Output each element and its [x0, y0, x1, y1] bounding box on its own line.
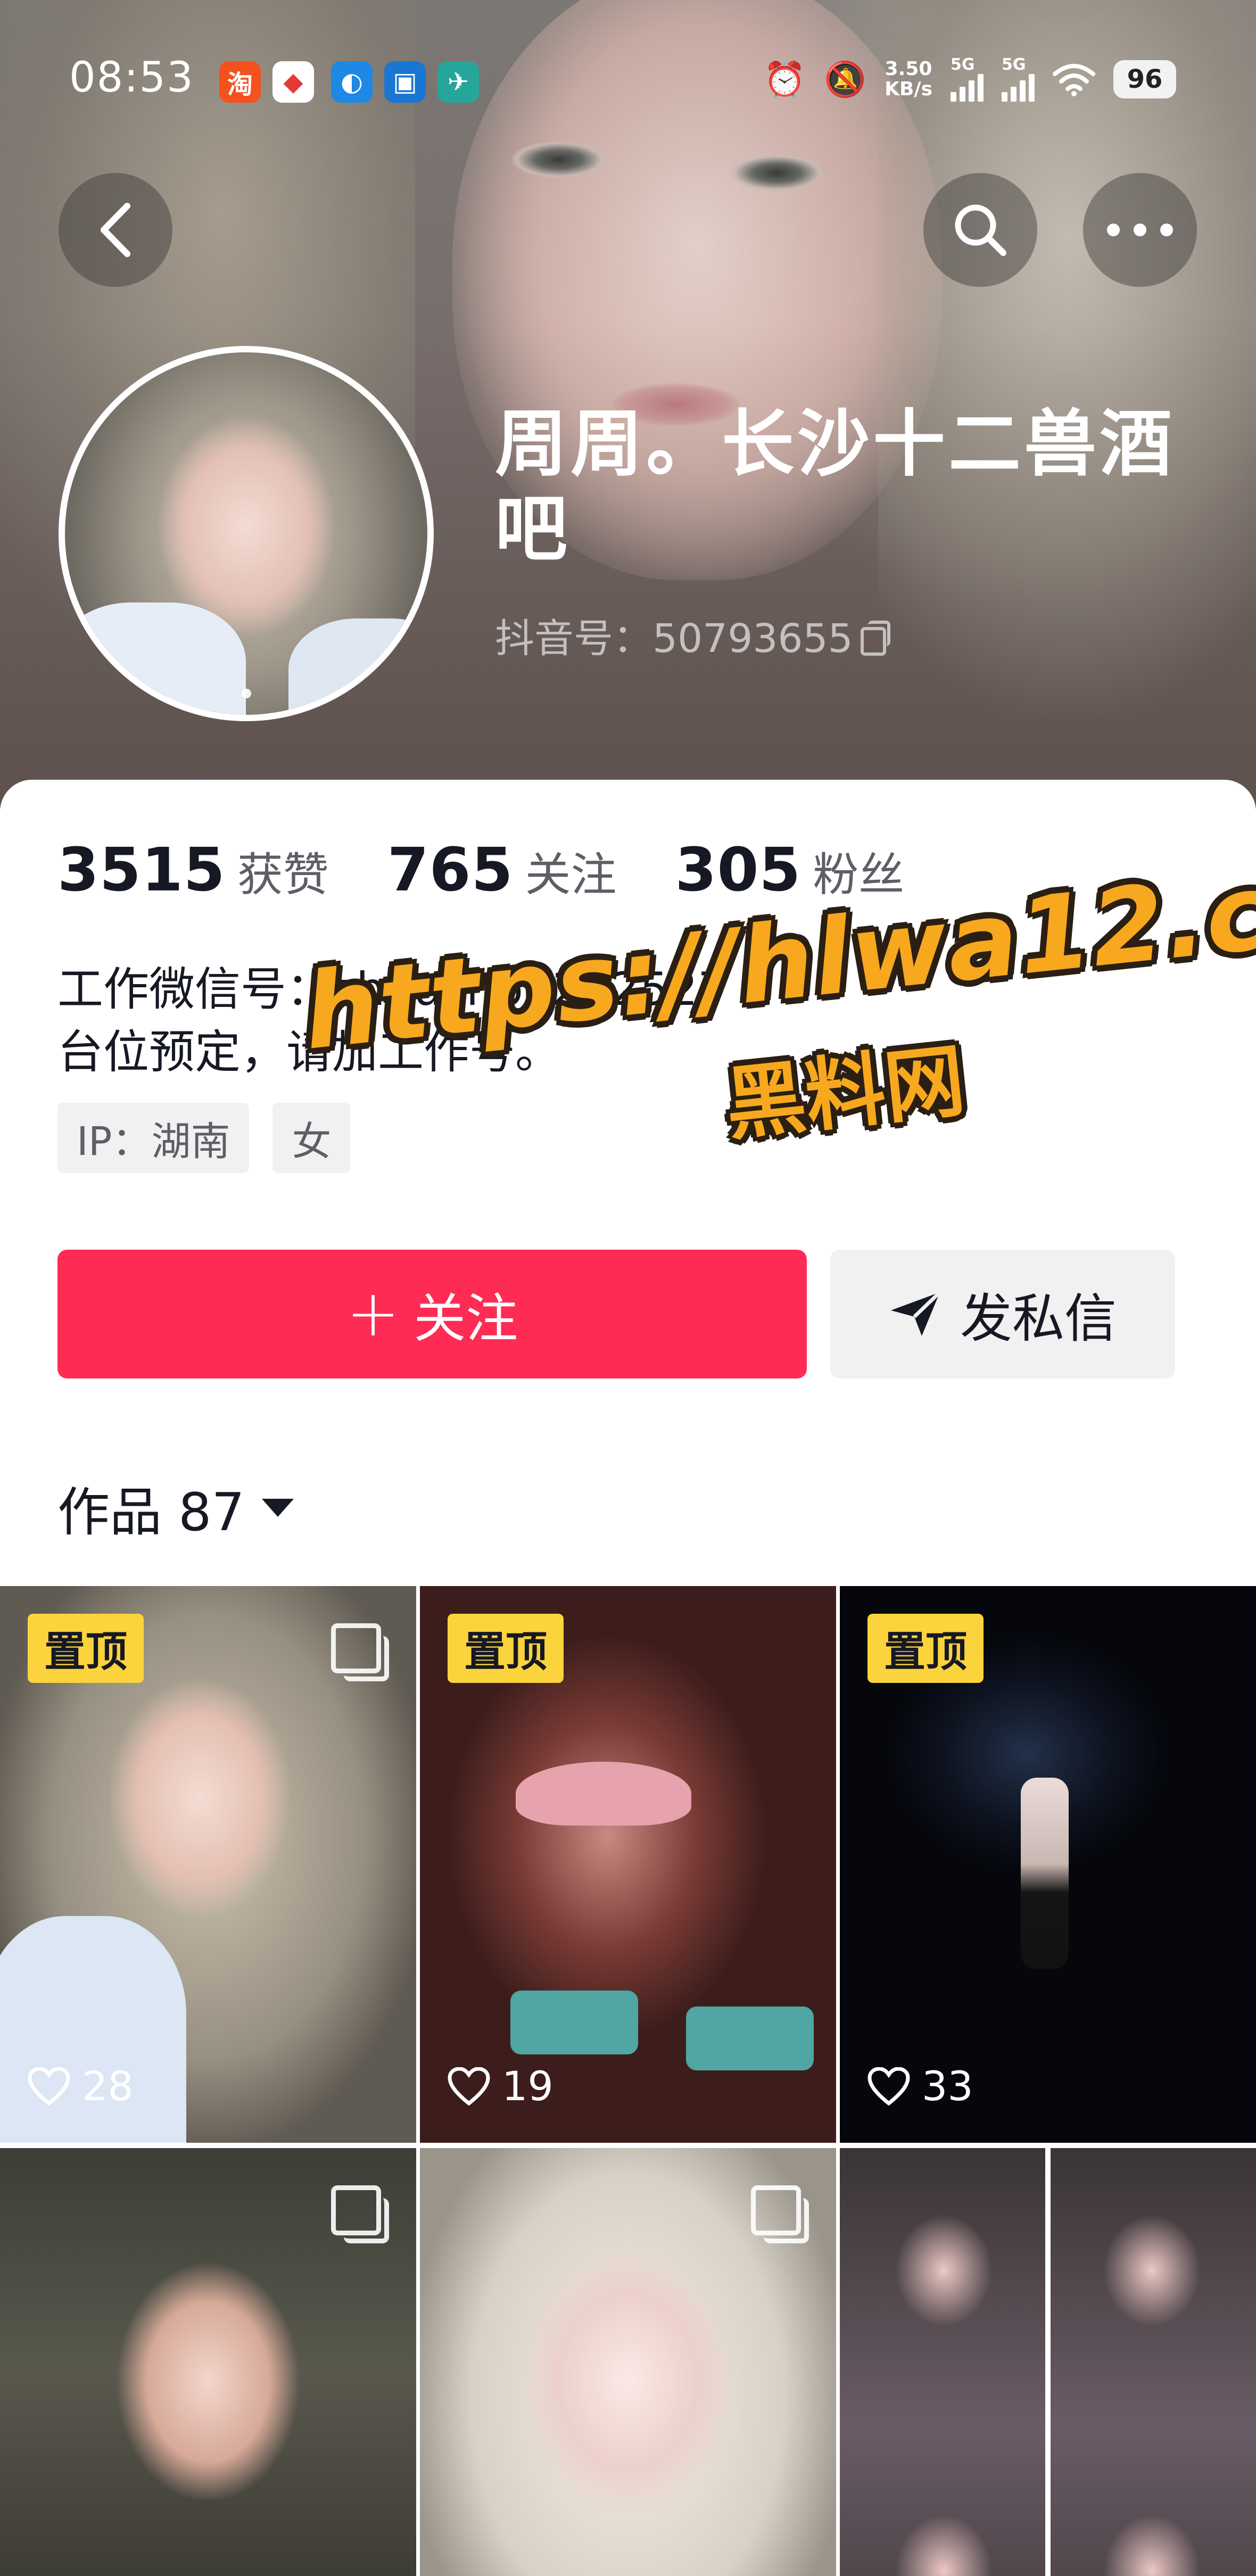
- search-button[interactable]: [923, 173, 1037, 287]
- multi-image-icon: [751, 2185, 809, 2243]
- pinned-badge: 置顶: [867, 1614, 984, 1683]
- video-tile[interactable]: [0, 2148, 416, 2576]
- stat-likes[interactable]: 3515 获赞: [57, 836, 329, 905]
- avatar-page-dot: [242, 689, 251, 698]
- network-speed: 3.50 KB/s: [885, 58, 932, 100]
- bio-line: 工作微信号：zhouzhou232527: [57, 963, 727, 1016]
- alarm-icon: ⏰: [763, 60, 806, 100]
- video-tile[interactable]: 置顶 19: [420, 1586, 836, 2143]
- stat-followers[interactable]: 305 粉丝: [675, 836, 905, 905]
- chat-app-icon: ▣: [384, 61, 426, 103]
- signal-bars-icon: [1002, 73, 1035, 102]
- gender-tag: 女: [272, 1103, 351, 1173]
- caret-down-icon: [261, 1499, 294, 1517]
- works-title: 作品 87: [57, 1482, 245, 1543]
- profile-stats: 3515 获赞 765 关注 305 粉丝: [57, 836, 963, 905]
- ip-location-tag: IP：湖南: [57, 1103, 250, 1173]
- video-tile[interactable]: [840, 2148, 1256, 2576]
- signal-5g-2: 5G: [1002, 57, 1035, 102]
- travel-app-icon: ✈: [437, 61, 479, 103]
- douyin-id-row[interactable]: 抖音号：50793655: [495, 607, 890, 664]
- send-message-label: 发私信: [960, 1289, 1117, 1349]
- heart-icon: [448, 2067, 490, 2106]
- copy-icon[interactable]: [860, 620, 890, 656]
- profile-nickname: 周周。长沙十二兽酒吧: [495, 402, 1175, 572]
- works-grid: 置顶 28 置顶 19 置顶 33: [0, 1586, 1256, 2576]
- profile-bio: 工作微信号：zhouzhou232527 台位预定，请加工作号。: [57, 958, 727, 1084]
- pinned-badge: 置顶: [448, 1614, 564, 1683]
- red-app-icon: ◆: [272, 61, 314, 103]
- status-bar: 08:53 淘 ◆ ◐ ▣ ✈ ⏰ 🔕 3.50 KB/s 5G 5G 96: [0, 51, 1256, 114]
- multi-image-icon: [331, 2185, 389, 2243]
- multi-image-icon: [331, 1623, 389, 1681]
- mute-bell-icon: 🔕: [824, 60, 867, 100]
- status-indicators: ⏰ 🔕 3.50 KB/s 5G 5G 96: [764, 57, 1176, 102]
- signal-bars-icon: [951, 73, 984, 102]
- avatar[interactable]: [59, 346, 434, 721]
- bio-line: 台位预定，请加工作号。: [57, 1026, 561, 1079]
- browser-app-icon: ◐: [331, 61, 373, 103]
- battery-level: 96: [1113, 60, 1176, 98]
- follow-button-label: 关注: [414, 1289, 518, 1349]
- signal-5g-1: 5G: [951, 57, 984, 102]
- send-icon: [890, 1291, 941, 1336]
- heart-icon: [28, 2067, 70, 2106]
- tile-likes: 28: [28, 2062, 134, 2110]
- pinned-badge: 置顶: [28, 1614, 144, 1683]
- more-button[interactable]: [1083, 173, 1197, 287]
- chevron-left-icon: [101, 203, 130, 257]
- profile-tags: IP：湖南 女: [57, 1103, 351, 1173]
- video-tile[interactable]: 置顶 28: [0, 1586, 416, 2143]
- works-tab[interactable]: 作品 87: [57, 1470, 294, 1546]
- taobao-app-icon: 淘: [219, 61, 261, 103]
- video-tile[interactable]: [420, 2148, 836, 2576]
- follow-button[interactable]: + 关注: [57, 1250, 807, 1378]
- tile-likes: 19: [448, 2062, 553, 2110]
- stat-following[interactable]: 765 关注: [387, 836, 617, 905]
- wifi-icon: [1053, 64, 1095, 96]
- send-message-button[interactable]: 发私信: [830, 1250, 1175, 1378]
- video-tile[interactable]: 置顶 33: [840, 1586, 1256, 2143]
- search-icon: [955, 204, 1006, 256]
- tile-likes: 33: [867, 2062, 973, 2110]
- status-time: 08:53: [69, 54, 194, 102]
- heart-icon: [867, 2067, 910, 2106]
- plus-icon: +: [346, 1277, 400, 1351]
- back-button[interactable]: [59, 173, 172, 287]
- douyin-id: 抖音号：50793655: [495, 616, 853, 662]
- more-dots-icon: [1107, 224, 1173, 236]
